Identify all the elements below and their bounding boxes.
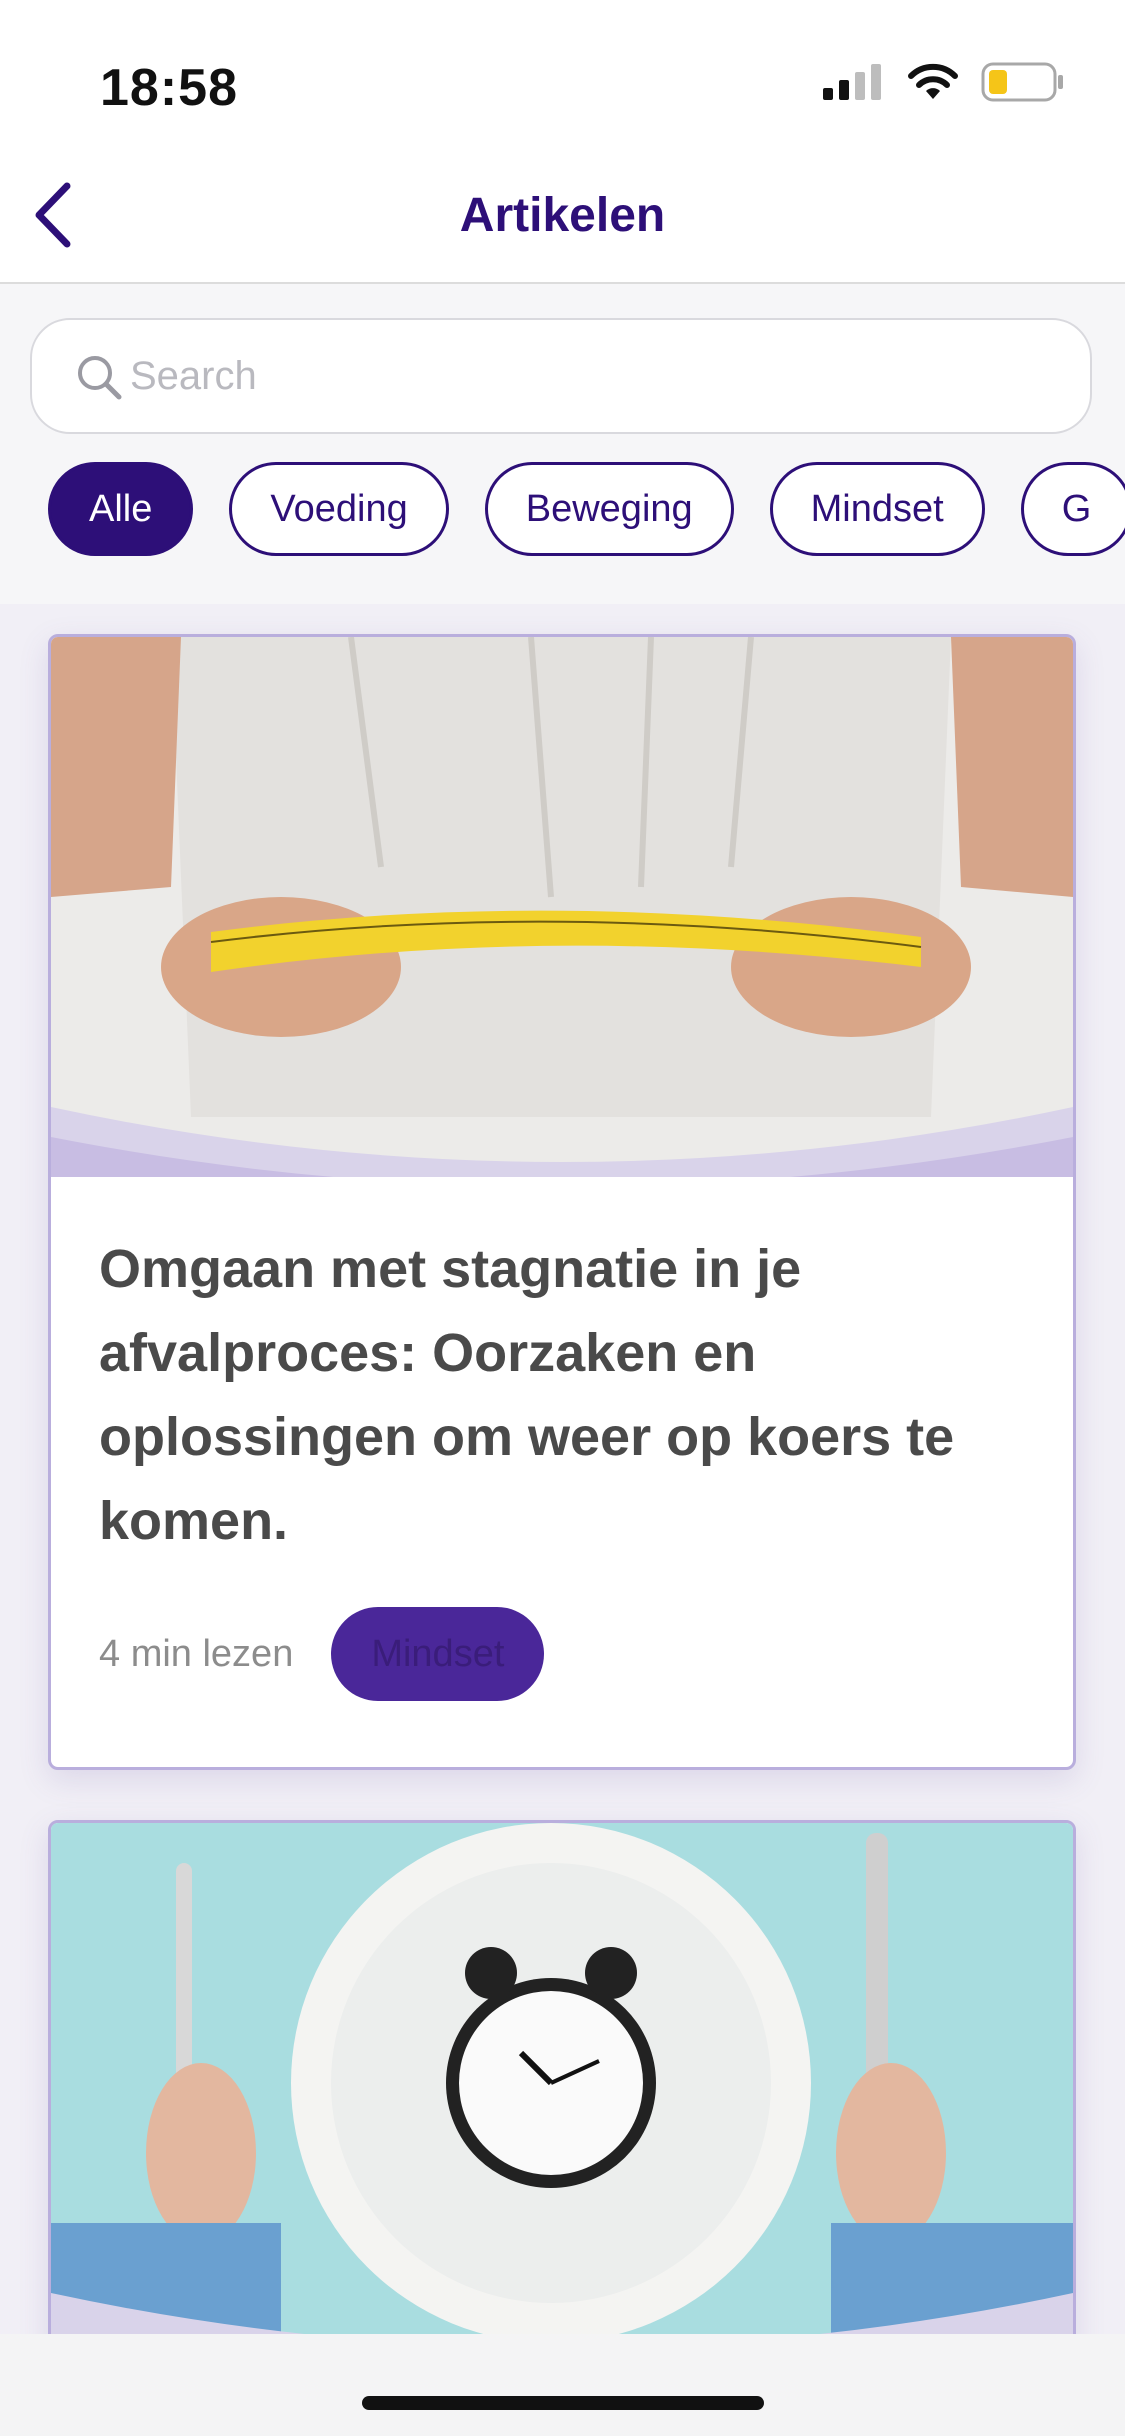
filter-chips: Alle Voeding Beweging Mindset G bbox=[48, 462, 1125, 556]
article-meta: 4 min lezen Mindset bbox=[99, 1607, 545, 1701]
read-time: 4 min lezen bbox=[99, 1632, 294, 1675]
signal-icon bbox=[823, 64, 881, 100]
filter-chip-voeding[interactable]: Voeding bbox=[229, 462, 449, 556]
status-bar: 18:58 bbox=[0, 0, 1125, 150]
article-title: Omgaan met stagnatie in je afvalproces: … bbox=[99, 1239, 955, 1551]
filter-chip-alle[interactable]: Alle bbox=[48, 462, 194, 556]
search-input[interactable]: Search bbox=[30, 318, 1092, 434]
article-card[interactable]: Omgaan met stagnatie in je afvalproces: … bbox=[48, 634, 1076, 1770]
search-icon bbox=[78, 356, 122, 400]
home-indicator-area bbox=[0, 2334, 1125, 2436]
measuring-tape-waist-image bbox=[51, 637, 1073, 1177]
filter-chip-more[interactable]: G bbox=[1020, 462, 1125, 556]
search-placeholder: Search bbox=[130, 354, 257, 398]
status-icons bbox=[823, 62, 1065, 102]
home-indicator[interactable] bbox=[362, 2396, 764, 2410]
article-feed: Omgaan met stagnatie in je afvalproces: … bbox=[0, 604, 1125, 2334]
clock-on-plate-image bbox=[51, 1823, 1073, 2334]
page-title: Artikelen bbox=[459, 189, 666, 242]
battery-icon bbox=[981, 62, 1063, 102]
wifi-icon bbox=[908, 63, 958, 99]
search-filter-area: Search Alle Voeding Beweging Mindset G bbox=[0, 284, 1125, 604]
status-time: 18:58 bbox=[100, 59, 238, 117]
filter-chip-beweging[interactable]: Beweging bbox=[484, 462, 734, 556]
filter-chip-mindset[interactable]: Mindset bbox=[769, 462, 985, 556]
nav-bar: Artikelen bbox=[0, 150, 1125, 284]
article-card[interactable] bbox=[48, 1820, 1076, 2334]
category-tag[interactable]: Mindset bbox=[331, 1607, 545, 1701]
